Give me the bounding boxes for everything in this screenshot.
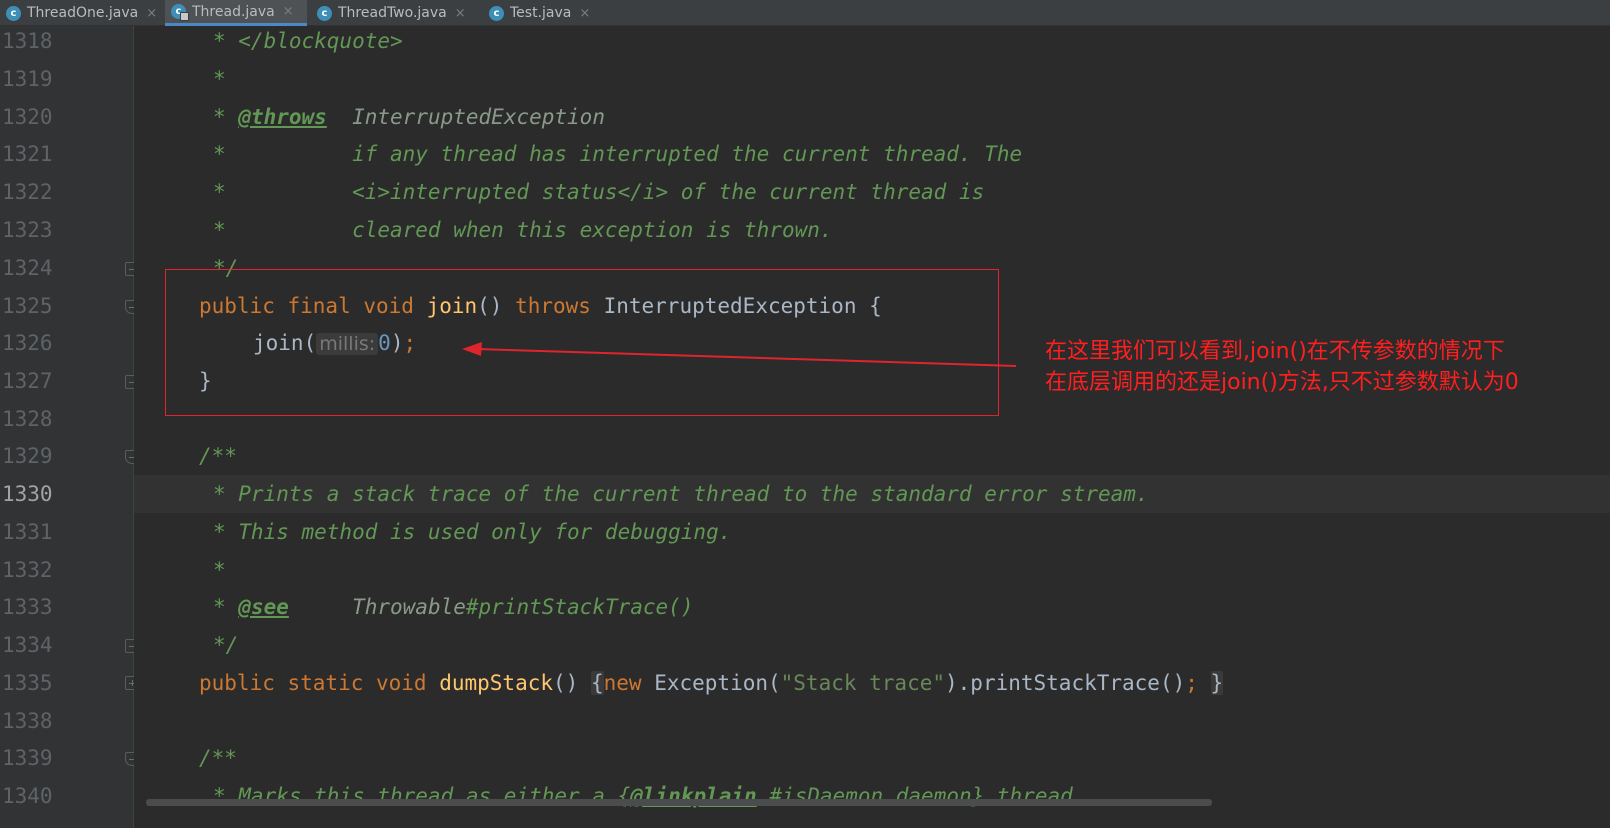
line-number: 1326 — [2, 331, 53, 355]
tab-test-java[interactable]: c Test.java × — [483, 0, 598, 26]
line-number-gutter[interactable]: 1318 1319 1320 1321 1322 1323 1324 1325 … — [0, 26, 134, 828]
code-line-1329: /** — [199, 444, 237, 468]
close-tab-icon[interactable]: × — [146, 6, 157, 21]
tab-label: Thread.java — [192, 3, 275, 20]
tab-label: Test.java — [510, 5, 572, 21]
annotation-line-1: 在这里我们可以看到,join()在不传参数的情况下 — [1045, 339, 1505, 364]
code-line-1340: * Marks this thread as either a {@linkpl… — [213, 777, 1073, 815]
keyword: new — [603, 671, 642, 695]
line-number: 1340 — [2, 784, 53, 808]
code-line-1322: * <i>interrupted status</i> of the curre… — [213, 180, 985, 204]
code-line-1333: * @see Throwable#printStackTrace() — [213, 588, 693, 626]
code-text: Exception( — [641, 671, 781, 695]
code-line-1332: * — [213, 558, 226, 582]
code-text: ).printStackTrace() — [945, 671, 1186, 695]
comment-text: * — [213, 595, 239, 619]
line-number: 1339 — [2, 746, 53, 770]
java-class-icon: c — [171, 4, 189, 21]
method-name: dumpStack — [439, 671, 554, 695]
line-number: 1320 — [2, 105, 53, 129]
string-literal: "Stack trace" — [780, 671, 946, 695]
annotation-text: 在这里我们可以看到,join()在不传参数的情况下 在底层调用的还是join()… — [1045, 336, 1519, 398]
line-number: 1333 — [2, 595, 53, 619]
code-line-1323: * cleared when this exception is thrown. — [213, 218, 833, 242]
code-line-1334: */ — [213, 633, 239, 657]
line-number: 1325 — [2, 294, 53, 318]
lock-icon — [180, 12, 189, 21]
close-tab-icon[interactable]: × — [283, 4, 294, 19]
folded-brace[interactable]: { — [590, 671, 604, 695]
tab-label: ThreadOne.java — [27, 5, 139, 21]
comment-text: #printStackTrace() — [465, 595, 694, 619]
line-number: 1331 — [2, 520, 53, 544]
code-line-1319: * — [213, 67, 226, 91]
code-line-1321: * if any thread has interrupted the curr… — [213, 142, 1023, 166]
comment-text: * — [213, 105, 239, 129]
javadoc-ref: Throwable — [288, 595, 466, 619]
java-class-icon: c — [317, 5, 332, 21]
line-number-current: 1330 — [2, 482, 53, 506]
semicolon: ; — [1185, 671, 1198, 695]
javadoc-tag: @throws — [238, 105, 327, 129]
javadoc-ref: InterruptedException — [326, 105, 605, 129]
keyword: public static void — [199, 671, 440, 695]
code-line-1318: * </blockquote> — [213, 29, 403, 53]
tab-label: ThreadTwo.java — [338, 5, 447, 21]
line-number: 1321 — [2, 142, 53, 166]
close-tab-icon[interactable]: × — [579, 6, 590, 21]
line-number: 1319 — [2, 67, 53, 91]
line-number: 1327 — [2, 369, 53, 393]
javadoc-tag: @see — [238, 595, 289, 619]
horizontal-scrollbar[interactable] — [146, 799, 1212, 806]
annotation-highlight-box — [165, 269, 999, 416]
line-number: 1324 — [2, 256, 53, 280]
close-tab-icon[interactable]: × — [455, 6, 466, 21]
code-line-1330: * Prints a stack trace of the current th… — [213, 482, 1149, 506]
line-number: 1329 — [2, 444, 53, 468]
java-class-icon: c — [489, 5, 504, 21]
annotation-line-2: 在底层调用的还是join()方法,只不过参数默认为0 — [1045, 370, 1519, 395]
line-number: 1332 — [2, 558, 53, 582]
line-number: 1322 — [2, 180, 53, 204]
line-number: 1334 — [2, 633, 53, 657]
code-line-1331: * This method is used only for debugging… — [213, 520, 732, 544]
java-class-icon: c — [6, 5, 21, 21]
code-line-1339: /** — [199, 746, 237, 770]
line-number: 1328 — [2, 407, 53, 431]
line-number: 1338 — [2, 709, 53, 733]
line-number: 1318 — [2, 29, 53, 53]
code-line-1335: public static void dumpStack() {new Exce… — [199, 664, 1224, 702]
code-text: () — [553, 671, 579, 695]
line-number: 1323 — [2, 218, 53, 242]
folded-brace[interactable]: } — [1210, 671, 1224, 695]
code-editor[interactable]: * </blockquote> * * @throws InterruptedE… — [134, 26, 1610, 828]
code-line-1320: * @throws InterruptedException — [213, 98, 605, 136]
line-number: 1335 — [2, 671, 53, 695]
